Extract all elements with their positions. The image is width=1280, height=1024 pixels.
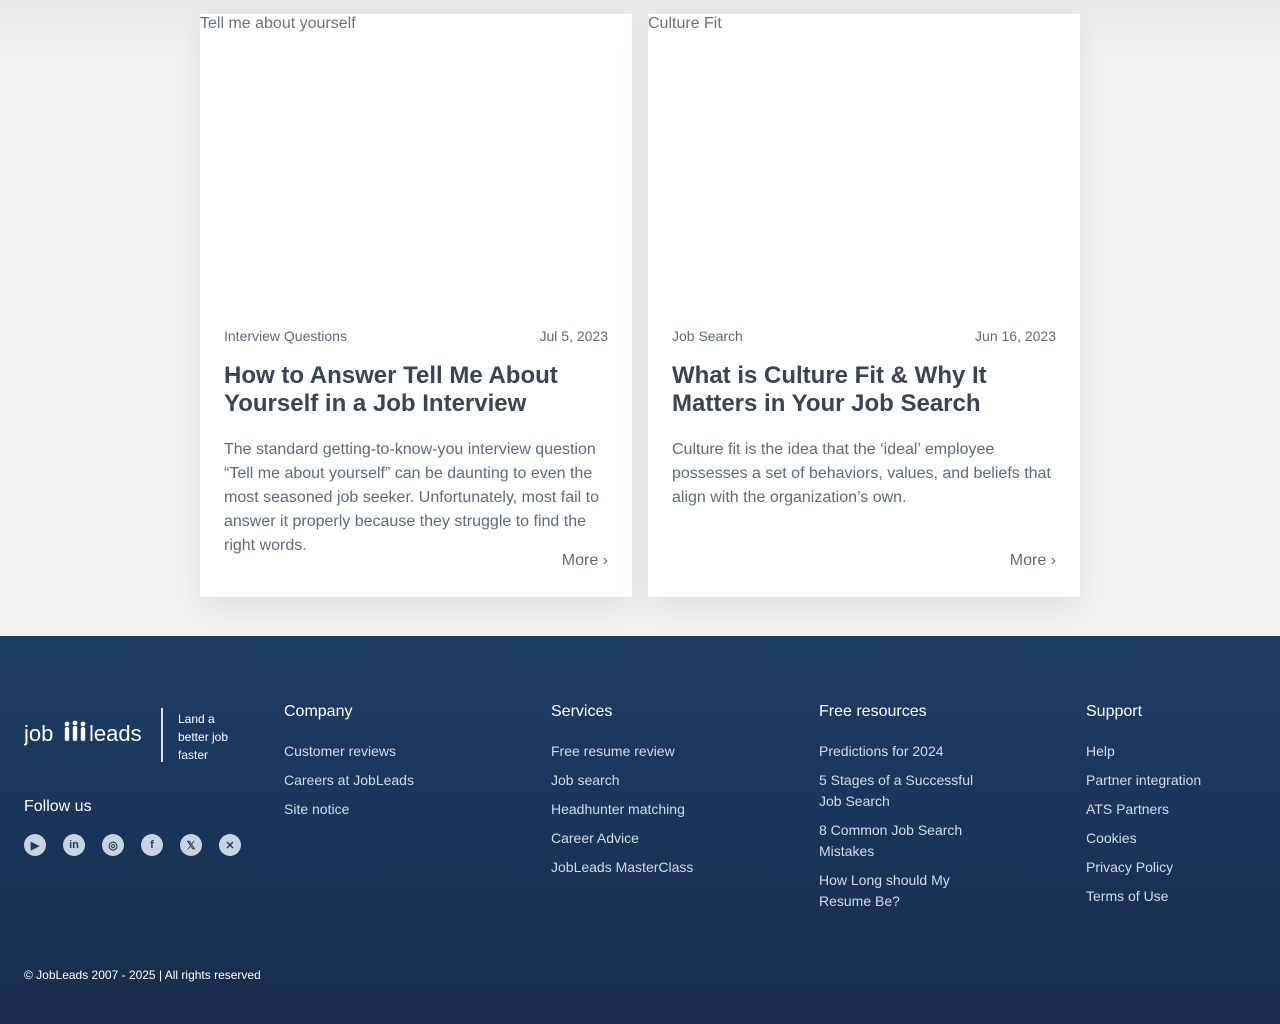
footer-link[interactable]: Job search: [551, 770, 731, 791]
follow-us-label: Follow us: [24, 798, 92, 815]
footer-link[interactable]: Partner integration: [1086, 770, 1266, 791]
article-cards: Tell me about yourself Interview Questio…: [200, 14, 1080, 597]
facebook-icon[interactable]: f: [141, 834, 163, 856]
jobleads-logo-graphic: job leads: [24, 720, 142, 746]
x-icon[interactable]: 𝕏: [180, 834, 202, 856]
footer-column-heading: Support: [1086, 703, 1143, 720]
site-footer: job leads Land a better job faster Follo…: [0, 636, 1280, 1024]
article-card[interactable]: Tell me about yourself Interview Questio…: [200, 14, 632, 597]
footer-column-heading: Free resources: [819, 703, 927, 720]
footer-link[interactable]: Site notice: [284, 799, 464, 820]
footer-column-heading: Services: [551, 703, 613, 720]
svg-text:job: job: [24, 721, 53, 746]
jobleads-logo[interactable]: job leads: [24, 718, 148, 748]
xing-icon[interactable]: ✕: [219, 834, 241, 856]
article-image-alt: Culture Fit: [648, 15, 722, 32]
footer-link[interactable]: Cookies: [1086, 828, 1266, 849]
footer-link[interactable]: Privacy Policy: [1086, 857, 1266, 878]
svg-text:leads: leads: [89, 721, 142, 746]
footer-link[interactable]: 5 Stages of a Successful Job Search: [819, 770, 989, 812]
article-date: Jun 16, 2023: [975, 328, 1056, 344]
article-image[interactable]: Tell me about yourself: [200, 14, 632, 304]
footer-link[interactable]: Free resume review: [551, 741, 731, 762]
article-image[interactable]: Culture Fit: [648, 14, 1080, 304]
article-excerpt: The standard getting-to-know-you intervi…: [224, 441, 600, 554]
article-image-alt: Tell me about yourself: [200, 15, 356, 32]
article-date: Jul 5, 2023: [539, 328, 609, 344]
footer-brand: job leads Land a better job faster: [24, 708, 254, 762]
linkedin-icon[interactable]: in: [63, 834, 85, 856]
footer-link[interactable]: How Long should My Resume Be?: [819, 870, 989, 912]
footer-link[interactable]: 8 Common Job Search Mistakes: [819, 820, 989, 862]
footer-link[interactable]: Customer reviews: [284, 741, 464, 762]
footer-link[interactable]: Careers at JobLeads: [284, 770, 464, 791]
footer-column-heading: Company: [284, 703, 353, 720]
footer-link[interactable]: Help: [1086, 741, 1266, 762]
article-more-link[interactable]: More ›: [1010, 551, 1056, 571]
footer-link[interactable]: JobLeads MasterClass: [551, 857, 731, 878]
article-card[interactable]: Culture Fit Job Search Jun 16, 2023 What…: [648, 14, 1080, 597]
footer-link[interactable]: Terms of Use: [1086, 886, 1266, 907]
footer-link[interactable]: Career Advice: [551, 828, 731, 849]
youtube-icon[interactable]: ▶: [24, 834, 46, 856]
footer-link[interactable]: Predictions for 2024: [819, 741, 989, 762]
footer-column-services: Services Free resume review Job search H…: [551, 702, 731, 886]
copyright: © JobLeads 2007 - 2025 | All rights rese…: [24, 968, 261, 982]
article-category: Interview Questions: [224, 328, 347, 344]
footer-link[interactable]: ATS Partners: [1086, 799, 1266, 820]
social-links: ▶ in ◎ f 𝕏 ✕: [24, 834, 241, 856]
brand-tagline: Land a better job faster: [178, 712, 229, 762]
article-more-link[interactable]: More ›: [562, 551, 608, 571]
footer-column-company: Company Customer reviews Careers at JobL…: [284, 702, 464, 828]
article-title[interactable]: How to Answer Tell Me About Yourself in …: [224, 362, 608, 418]
article-title[interactable]: What is Culture Fit & Why It Matters in …: [672, 362, 1056, 418]
brand-divider: [161, 708, 163, 762]
footer-link[interactable]: Headhunter matching: [551, 799, 731, 820]
footer-column-support: Support Help Partner integration ATS Par…: [1086, 702, 1266, 915]
instagram-icon[interactable]: ◎: [102, 834, 124, 856]
article-excerpt: Culture fit is the idea that the ‘ideal’…: [672, 441, 1051, 506]
footer-column-free-resources: Free resources Predictions for 2024 5 St…: [819, 702, 989, 920]
article-category: Job Search: [672, 328, 743, 344]
